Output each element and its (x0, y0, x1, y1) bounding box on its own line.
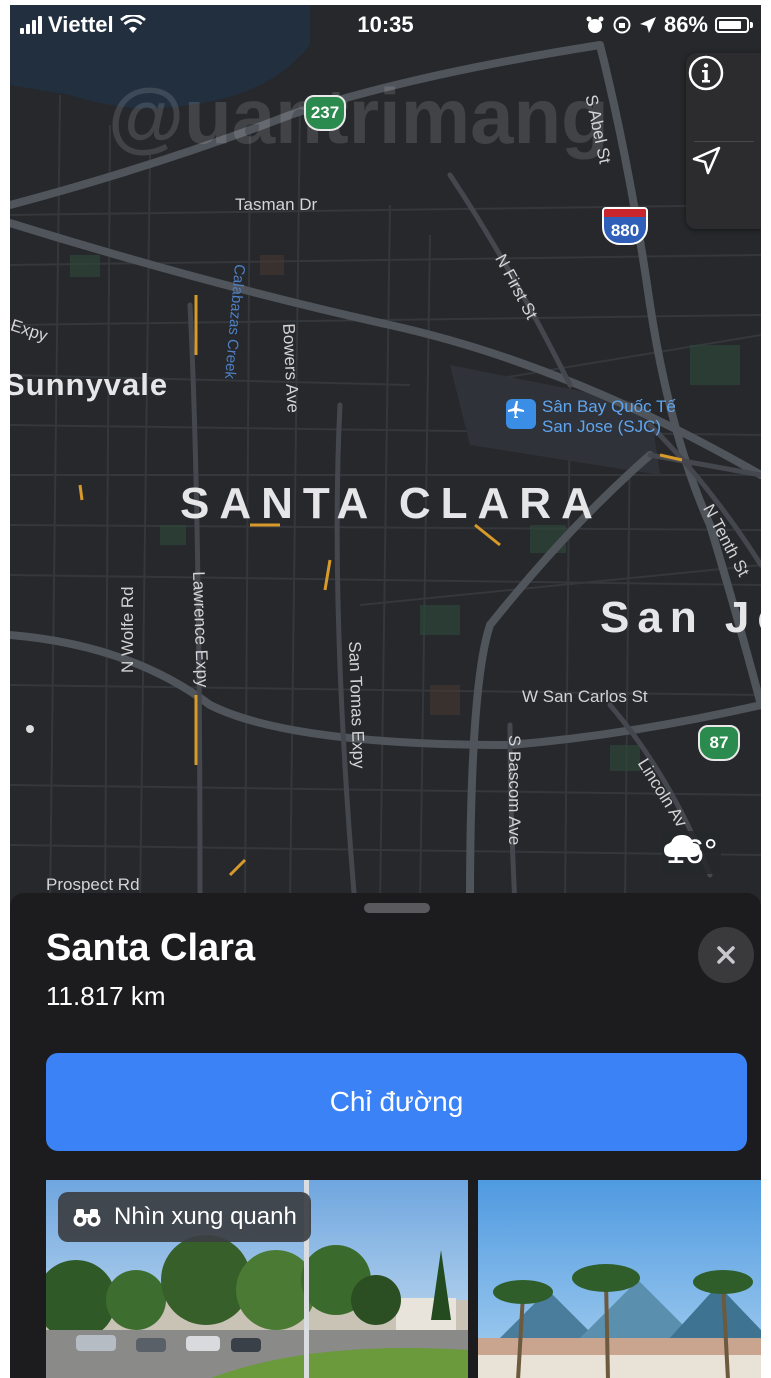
cloud-icon (664, 835, 700, 857)
orientation-lock-icon (613, 16, 631, 34)
city-label-sunnyvale[interactable]: Sunnyvale (10, 367, 168, 403)
city-label-san-jose[interactable]: San Jo (600, 593, 761, 643)
highway-237-shield: 237 (304, 95, 346, 131)
airport-label[interactable]: Sân Bay Quốc Tế San Jose (SJC) (542, 397, 676, 437)
watermark: @uantrimang (108, 72, 609, 160)
location-services-icon (639, 17, 656, 33)
road-label-lawrence: Lawrence Expy (189, 571, 213, 688)
look-around-button[interactable]: Nhìn xung quanh (58, 1192, 311, 1242)
close-button[interactable] (698, 927, 754, 983)
battery-icon (715, 17, 753, 33)
directions-button[interactable]: Chỉ đường (46, 1053, 747, 1151)
place-card-sheet[interactable]: Santa Clara 11.817 km Chỉ đường Nhìn xun… (10, 893, 761, 1378)
city-label-santa-clara[interactable]: SANTA CLARA (180, 479, 603, 529)
battery-percent: 86% (663, 12, 708, 37)
road-label-prospect: Prospect Rd (46, 875, 140, 894)
road-label-w-san-carlos: W San Carlos St (522, 687, 648, 706)
phone-screen: @uantrimang Tasman Dr S Abel St N First … (10, 5, 761, 1378)
place-title: Santa Clara (46, 927, 256, 969)
highway-87-shield: 87 (698, 725, 740, 761)
signal-icon (20, 16, 42, 34)
road-label-bascom: S Bascom Ave (505, 735, 524, 846)
place-photo[interactable] (478, 1180, 761, 1378)
status-left: Viettel (20, 12, 146, 38)
look-around-label: Nhìn xung quanh (114, 1203, 297, 1230)
map-controls (686, 53, 761, 229)
road-label-tasman: Tasman Dr (235, 195, 318, 214)
airport-label-line2: San Jose (SJC) (542, 417, 662, 436)
location-arrow-icon (692, 146, 721, 175)
info-icon (688, 55, 724, 91)
map-view[interactable]: @uantrimang Tasman Dr S Abel St N First … (10, 5, 761, 905)
close-icon (717, 946, 735, 964)
interstate-880-shield: 880 (602, 207, 648, 245)
info-button[interactable] (686, 53, 761, 141)
sheet-grabber[interactable] (364, 903, 430, 913)
place-distance: 11.817 km (46, 981, 166, 1011)
weather-badge: 16° (662, 831, 722, 874)
look-around-photo[interactable]: Nhìn xung quanh (46, 1180, 468, 1378)
airport-label-line1: Sân Bay Quốc Tế (542, 397, 676, 416)
airport-icon[interactable] (506, 399, 536, 429)
map-poi-dot (26, 725, 34, 733)
location-button[interactable] (686, 141, 761, 229)
wifi-icon (119, 15, 146, 33)
building-photo-image (478, 1180, 761, 1378)
carrier-name: Viettel (48, 12, 114, 37)
directions-label: Chỉ đường (329, 1086, 464, 1117)
status-right: 86% (585, 12, 753, 38)
status-bar: Viettel 10:35 86% (10, 5, 761, 45)
binoculars-icon (73, 1209, 101, 1227)
alarm-icon (586, 16, 604, 33)
